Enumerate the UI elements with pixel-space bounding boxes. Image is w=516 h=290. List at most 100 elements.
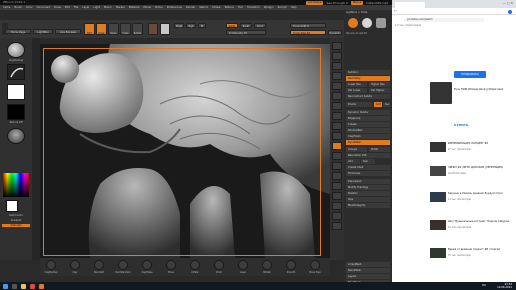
scale-button[interactable]: Scale <box>120 23 131 35</box>
alpha-icon[interactable] <box>7 84 25 100</box>
zoom-button[interactable] <box>332 72 342 80</box>
zremesher-row[interactable]: Zremesher <box>346 179 390 184</box>
higher-res-button[interactable]: Higher Res <box>369 82 390 87</box>
tool-thumb-3[interactable] <box>376 18 386 28</box>
edgeloop-row[interactable]: EdgeLoop <box>346 116 390 121</box>
current-brush-icon[interactable] <box>7 42 25 58</box>
video-item-2[interactable]: ЧИПЬЗ #9 (ФЕНС ДОРОХОВ | РЕПЕТИЦИЯ) Live… <box>430 166 514 192</box>
del-higher-button[interactable]: Del Higher <box>369 88 390 93</box>
create-shell-button[interactable]: Create Shell <box>346 165 390 170</box>
nanomesh-row[interactable]: NanoMesh <box>346 268 390 273</box>
brush-inflate[interactable] <box>190 260 200 270</box>
scroll-button[interactable] <box>332 62 342 70</box>
product-title[interactable]: Руль HORI Wireless Racing Wheel Apex <box>454 88 512 91</box>
z-intensity-slider[interactable]: Z Intensity 25 <box>226 30 266 35</box>
material-swatch[interactable] <box>148 23 158 35</box>
brush-move[interactable] <box>166 260 176 270</box>
menu-light[interactable]: Light <box>93 5 99 10</box>
brush-hpolish[interactable] <box>262 260 272 270</box>
alternate-label[interactable]: Alternate <box>2 224 30 227</box>
stroke-icon[interactable] <box>7 64 25 80</box>
zbrush-icon[interactable] <box>39 283 44 289</box>
del-lower-button[interactable]: Del Lower <box>346 88 367 93</box>
rotate-view-button[interactable] <box>332 182 342 190</box>
video-thumbnail[interactable] <box>430 142 446 152</box>
draw-button[interactable]: Draw <box>96 23 107 35</box>
product-image[interactable] <box>430 82 452 104</box>
actual-button[interactable] <box>332 82 342 90</box>
brush-clay[interactable] <box>70 260 80 270</box>
floor-button[interactable] <box>332 112 342 120</box>
arraymesh-row[interactable]: ArrayMesh <box>346 262 390 267</box>
thickness-slider[interactable]: Thickness <box>346 171 390 176</box>
reconstruct-subdiv-button[interactable]: Reconstruct Subdiv <box>346 94 390 99</box>
see-through-slider[interactable]: See-through 0 <box>326 1 347 5</box>
menu-document[interactable]: Document <box>37 5 50 10</box>
start-icon[interactable] <box>3 283 8 289</box>
dynamesh-row[interactable]: DynaMesh <box>346 140 390 145</box>
brush-damstandard[interactable] <box>118 260 128 270</box>
home-page-button[interactable]: Home Page <box>5 29 31 34</box>
claypolish-row[interactable]: ClayPolish <box>346 134 390 139</box>
rgb-button[interactable]: Rgb <box>186 23 196 28</box>
groups-button[interactable]: Groups <box>346 147 367 152</box>
suv-toggle[interactable]: Suv <box>383 102 390 107</box>
tool-thumb-1[interactable] <box>348 18 358 28</box>
rotate-button[interactable]: Rotate <box>132 23 143 35</box>
brush-move-topo[interactable] <box>310 260 320 270</box>
polyf-button[interactable] <box>332 192 342 200</box>
video-item-1[interactable]: ИМПРОВИЗАЦИЯ: КОНЦЕРТ #2 47 тыс. просмот… <box>430 142 514 168</box>
texture-icon[interactable] <box>7 104 25 120</box>
dynamic-subdiv-row[interactable]: Dynamic Subdiv <box>346 110 390 115</box>
menu-preferences[interactable]: Preferences <box>167 5 182 10</box>
lsym-button[interactable] <box>332 132 342 140</box>
menu-file[interactable]: File <box>74 5 78 10</box>
menu-macro[interactable]: Macro <box>104 5 112 10</box>
transp-button[interactable] <box>332 202 342 210</box>
brush-layer[interactable] <box>238 260 248 270</box>
menu-stroke[interactable]: Stroke <box>212 5 220 10</box>
lower-res-button[interactable]: Lower Res <box>346 82 367 87</box>
shop-button[interactable]: ПРОДАЖАХА <box>454 71 486 78</box>
menu-alpha[interactable]: Alpha <box>3 5 10 10</box>
polish-button[interactable]: Polish <box>369 147 390 152</box>
menu-help[interactable]: Help <box>291 5 297 10</box>
video-title[interactable]: Карчено в Камаль дневник Бурдуоготрос <box>448 192 512 195</box>
explorer-icon[interactable] <box>21 283 26 289</box>
zsub-button[interactable]: Zsub <box>240 23 252 28</box>
brush-claybuildup[interactable] <box>46 260 56 270</box>
clock[interactable]: 23:53 10.06.2021 <box>497 283 512 290</box>
smt-toggle[interactable]: Smt <box>374 102 382 107</box>
mrgb-button[interactable]: Mrgb <box>174 23 184 28</box>
zadd-button[interactable]: Zadd <box>226 23 238 28</box>
chrome-icon[interactable] <box>30 283 35 289</box>
spix-button[interactable] <box>332 52 342 60</box>
menu-color[interactable]: Color <box>26 5 33 10</box>
divide-button[interactable]: Divide <box>346 102 372 107</box>
shadowbox-row[interactable]: ShadowBox <box>346 128 390 133</box>
menu-tool[interactable]: Tool <box>238 5 243 10</box>
window-controls[interactable]: — ▢ ✕ <box>503 1 513 5</box>
focal-shift-slider[interactable]: Focal Shift 0 <box>290 23 326 28</box>
video-thumbnail[interactable] <box>430 192 446 202</box>
main-color-swatch[interactable] <box>6 200 18 212</box>
menus-button[interactable]: Menus <box>350 0 364 5</box>
brush-smooth[interactable] <box>286 260 296 270</box>
back-icon[interactable]: ← <box>394 9 397 13</box>
move-view-button[interactable] <box>332 162 342 170</box>
m-button[interactable]: M <box>198 23 206 28</box>
video-title[interactable]: Время от времени подкаст #8 / Сергей <box>448 248 512 251</box>
menu-stencil[interactable]: Stencil <box>199 5 208 10</box>
menu-render[interactable]: Render <box>186 5 195 10</box>
menu-zplugin[interactable]: Zplugin <box>264 5 274 10</box>
add-button[interactable]: Add <box>346 159 360 164</box>
dynamic-button[interactable]: Dynamic <box>328 30 342 35</box>
tool-thumb-2[interactable] <box>362 18 372 28</box>
menu-movie[interactable]: Movie <box>143 5 151 10</box>
edit-button[interactable]: Edit <box>84 23 95 35</box>
xyz-button[interactable] <box>332 142 342 150</box>
xpose-button[interactable] <box>332 222 342 230</box>
menu-layer[interactable]: Layer <box>82 5 89 10</box>
menu-texture[interactable]: Texture <box>224 5 234 10</box>
menu-picker[interactable]: Picker <box>155 5 163 10</box>
